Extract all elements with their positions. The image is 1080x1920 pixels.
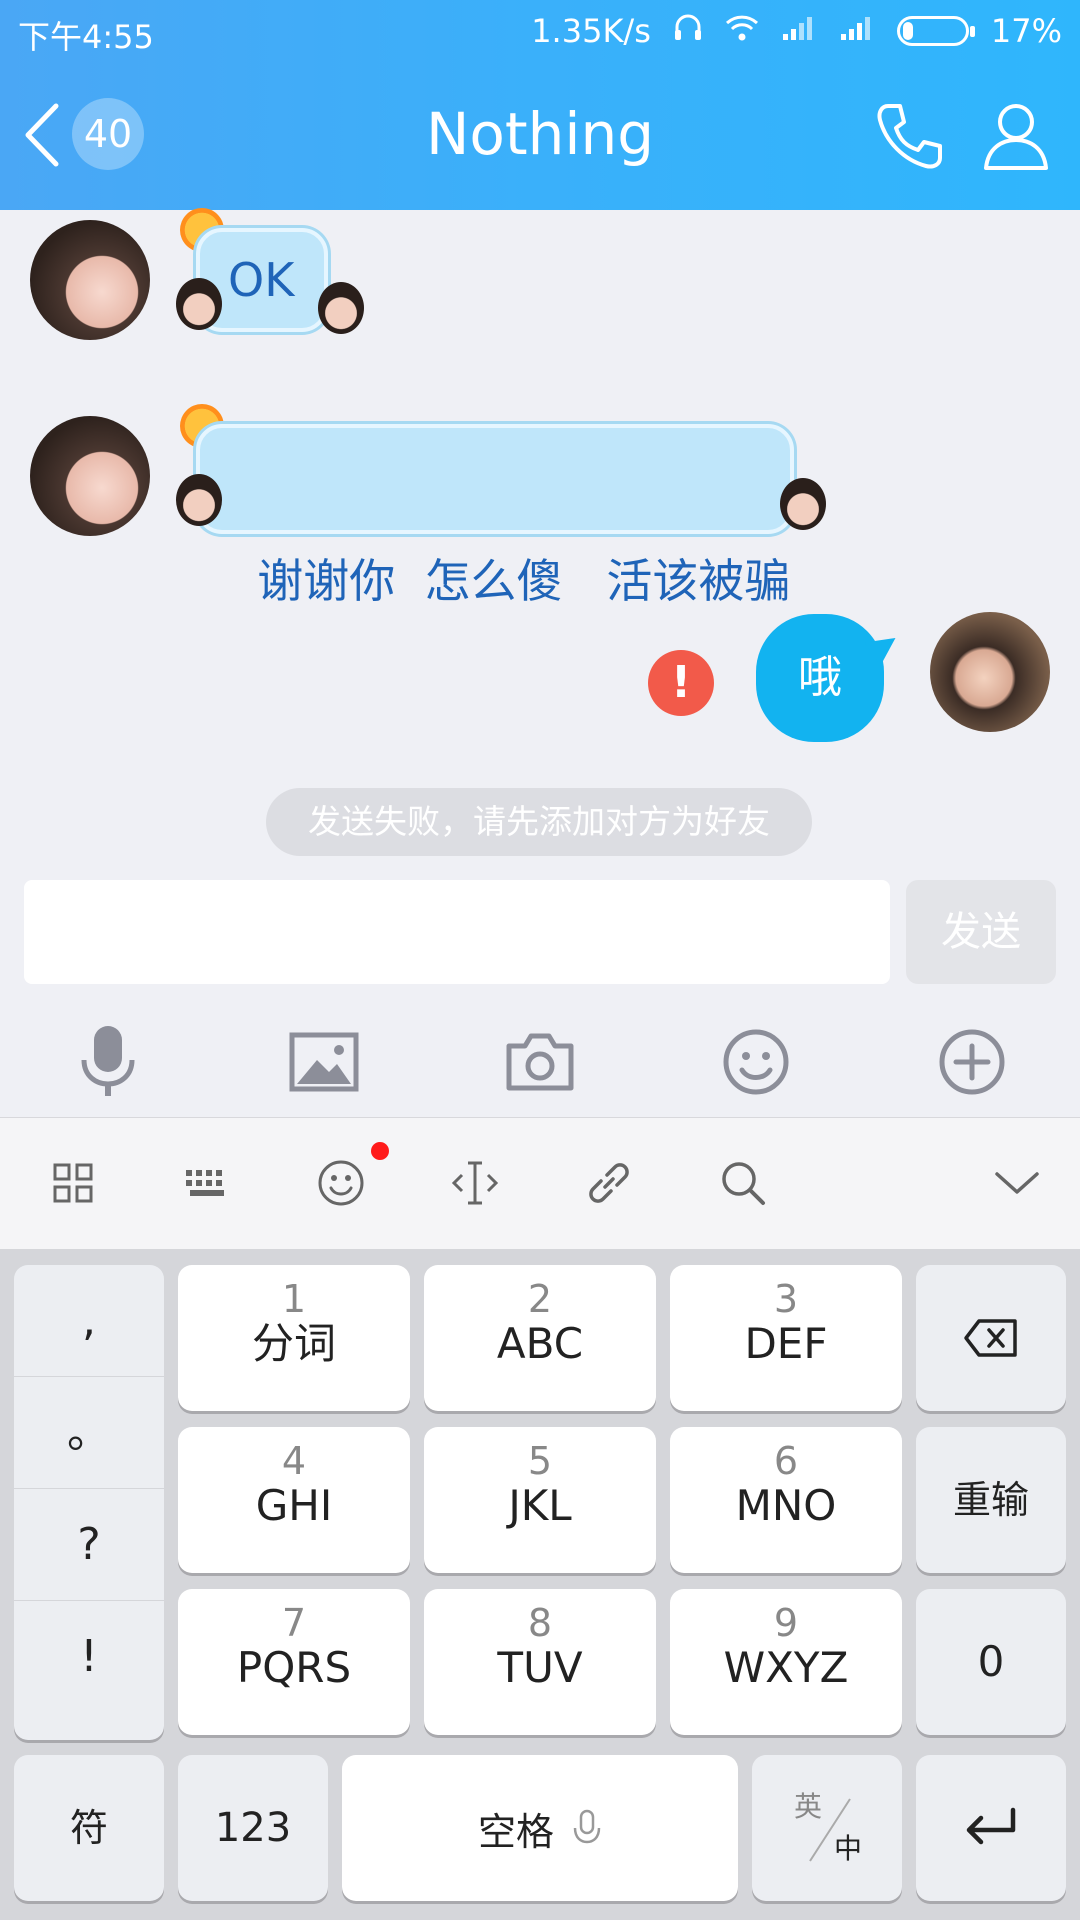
lang-zh-label: 中	[834, 1832, 863, 1865]
profile-icon[interactable]	[978, 98, 1054, 174]
grid-icon[interactable]	[38, 1148, 108, 1218]
send-failed-notice: 发送失败，请先添加对方为好友	[266, 788, 812, 856]
key-number: 2	[527, 1277, 553, 1321]
key-9[interactable]: 9 WXYZ	[670, 1589, 902, 1735]
battery-icon	[896, 16, 975, 46]
key-letters: TUV	[497, 1643, 583, 1692]
emoji-icon[interactable]	[306, 1148, 376, 1218]
message-text: 谢谢你 怎么傻 活该被骗	[257, 554, 791, 608]
composer-toolbar	[0, 1012, 1080, 1112]
image-icon[interactable]	[284, 1012, 364, 1112]
send-failed-icon[interactable]: !	[648, 650, 714, 716]
key-number: 1	[281, 1277, 307, 1321]
key-5[interactable]: 5 JKL	[424, 1427, 656, 1573]
punctuation-column: , 。 ? !	[14, 1265, 164, 1740]
punct-key[interactable]: 。	[14, 1377, 164, 1489]
notification-dot	[371, 1142, 389, 1160]
key-letters: WXYZ	[723, 1643, 849, 1692]
number-mode-key[interactable]: 123	[178, 1755, 328, 1901]
language-toggle-key[interactable]: 英 中	[752, 1755, 902, 1901]
devil-sticker	[318, 282, 364, 334]
key-letters: DEF	[744, 1319, 828, 1368]
punct-key[interactable]: ,	[14, 1265, 164, 1377]
space-label: 空格	[477, 1809, 554, 1854]
key-6[interactable]: 6 MNO	[670, 1427, 902, 1573]
ime-keyboard: , 。 ? ! 1 分词 2 ABC 3 DEF 4 GHI 5 JKL 6 M…	[0, 1249, 1080, 1920]
key-number: 9	[773, 1601, 799, 1645]
camera-icon[interactable]	[500, 1012, 580, 1112]
key-letters: PQRS	[236, 1643, 352, 1692]
contact-avatar[interactable]	[30, 220, 150, 340]
key-letters: MNO	[735, 1481, 837, 1530]
key-number: 7	[281, 1601, 307, 1645]
backspace-key[interactable]	[916, 1265, 1066, 1411]
status-bar: 下午4:55 1.35K/s 17%	[0, 0, 1080, 62]
my-message-bubble[interactable]: 哦	[756, 614, 884, 742]
plus-circle-icon[interactable]	[932, 1012, 1012, 1112]
message-text: OK	[228, 253, 295, 307]
angel-sticker	[176, 474, 222, 526]
key-number: 5	[527, 1439, 553, 1483]
devil-sticker	[780, 478, 826, 530]
text-cursor-icon[interactable]	[440, 1148, 510, 1218]
key-2[interactable]: 2 ABC	[424, 1265, 656, 1411]
link-icon[interactable]	[574, 1148, 644, 1218]
enter-icon	[966, 1807, 1016, 1845]
battery-level	[902, 22, 913, 40]
backspace-icon	[964, 1319, 1017, 1357]
key-3[interactable]: 3 DEF	[670, 1265, 902, 1411]
key-number: 8	[527, 1601, 553, 1645]
chevron-down-icon[interactable]	[982, 1148, 1052, 1218]
key-letters: JKL	[508, 1481, 572, 1530]
key-1[interactable]: 1 分词	[178, 1265, 410, 1411]
microphone-icon[interactable]	[68, 1012, 148, 1112]
phone-icon[interactable]	[870, 98, 946, 174]
key-letters: 分词	[251, 1319, 336, 1368]
zero-key[interactable]: 0	[916, 1589, 1066, 1735]
key-8[interactable]: 8 TUV	[424, 1589, 656, 1735]
punct-key[interactable]: ?	[14, 1489, 164, 1601]
enter-key[interactable]	[916, 1755, 1066, 1901]
battery-percent: 17%	[990, 12, 1062, 50]
headphone-icon	[673, 12, 703, 50]
search-icon[interactable]	[708, 1148, 778, 1218]
punct-key[interactable]: !	[14, 1601, 164, 1713]
emoji-icon[interactable]	[716, 1012, 796, 1112]
send-button[interactable]: 发送	[906, 880, 1056, 984]
key-number: 4	[281, 1439, 307, 1483]
message-input[interactable]	[24, 880, 890, 984]
message-text: 哦	[798, 652, 842, 703]
keyboard-toolbar	[0, 1117, 1080, 1249]
contact-avatar[interactable]	[30, 416, 150, 536]
status-time: 下午4:55	[18, 18, 154, 56]
key-letters: ABC	[496, 1319, 584, 1368]
signal-icon	[781, 12, 817, 50]
my-avatar[interactable]	[930, 612, 1050, 732]
status-right: 1.35K/s 17%	[531, 12, 1062, 50]
key-number: 3	[773, 1277, 799, 1321]
network-speed: 1.35K/s	[531, 12, 651, 50]
angel-sticker	[176, 278, 222, 330]
chat-header: 下午4:55 1.35K/s 17% 40 Nothing	[0, 0, 1080, 210]
key-4[interactable]: 4 GHI	[178, 1427, 410, 1573]
space-key[interactable]: 空格	[342, 1755, 738, 1901]
keyboard-icon[interactable]	[172, 1148, 242, 1218]
key-7[interactable]: 7 PQRS	[178, 1589, 410, 1735]
symbol-key[interactable]: 符	[14, 1755, 164, 1901]
message-bubble[interactable]: 谢谢你 怎么傻 活该被骗	[196, 424, 794, 608]
key-number: 6	[773, 1439, 799, 1483]
signal-icon	[839, 12, 875, 50]
key-letters: GHI	[255, 1481, 333, 1530]
nav-bar: 40 Nothing	[0, 90, 1080, 180]
reinput-key[interactable]: 重输	[916, 1427, 1066, 1573]
microphone-icon	[573, 1809, 601, 1844]
wifi-icon	[725, 12, 759, 50]
